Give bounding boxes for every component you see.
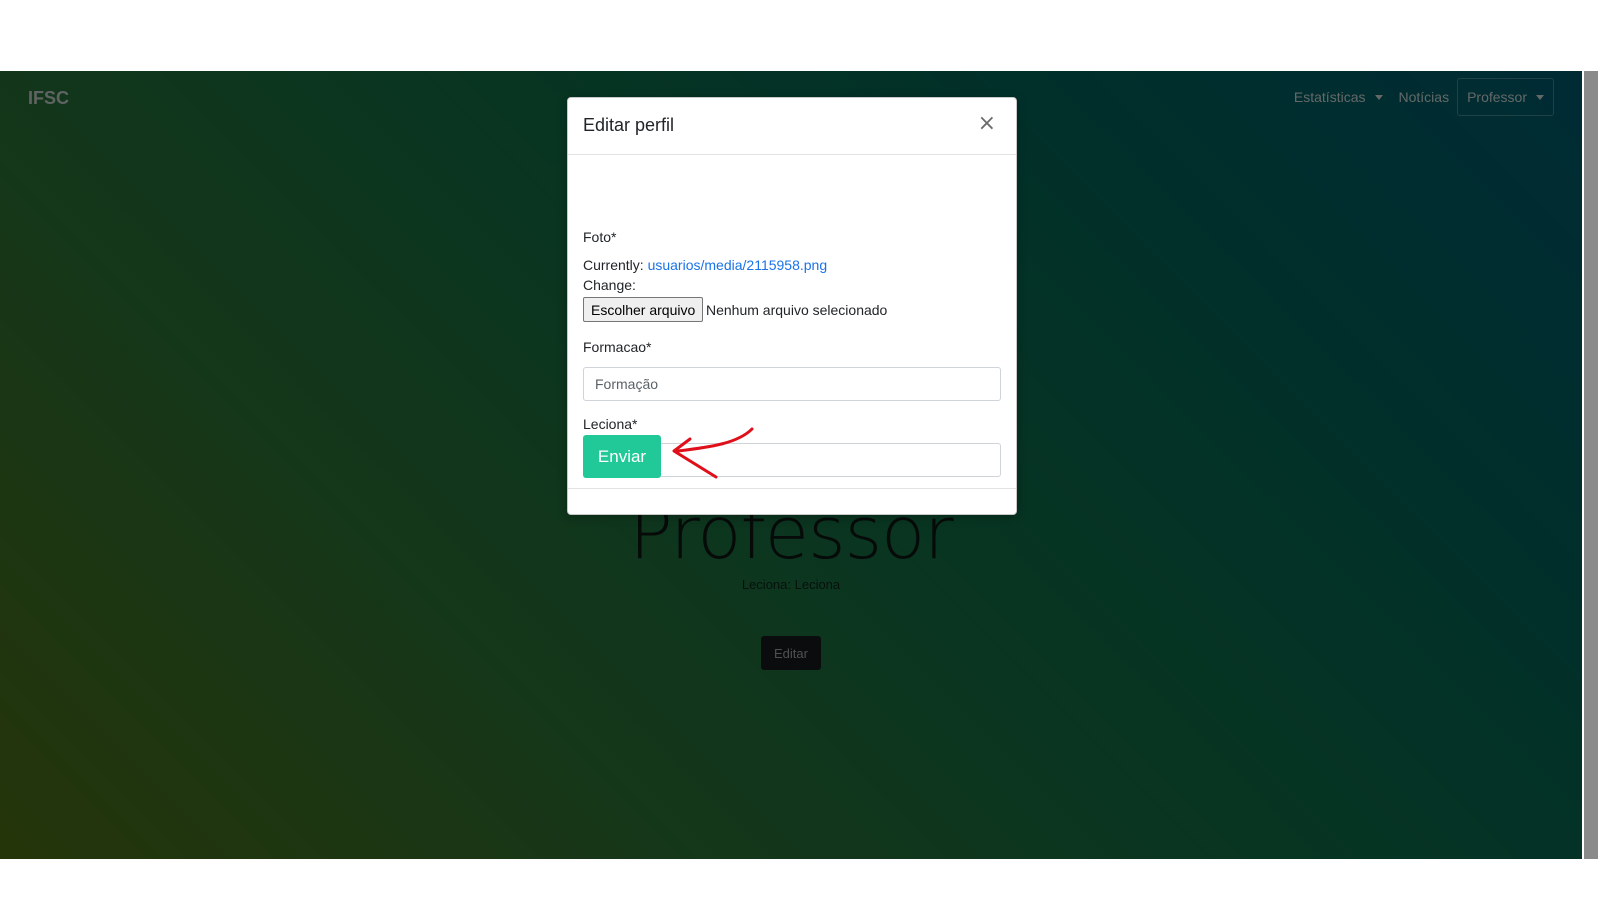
submit-button[interactable]: Enviar [583, 435, 661, 478]
foto-label: Foto* [583, 229, 617, 245]
modal-title: Editar perfil [583, 115, 675, 135]
scrollbar-thumb[interactable] [1584, 71, 1598, 859]
edit-profile-modal: Editar perfil × Foto* Currently: usuario… [567, 97, 1017, 515]
change-label: Change: [583, 277, 636, 293]
current-file-row: Currently: usuarios/media/2115958.png [583, 257, 827, 273]
currently-label: Currently: [583, 257, 644, 273]
choose-file-button[interactable]: Escolher arquivo [583, 297, 704, 322]
annotation-arrow-icon [672, 427, 754, 479]
modal-header: Editar perfil × [568, 98, 1016, 155]
file-status: Nenhum arquivo selecionado [706, 302, 888, 318]
leciona-label: Leciona* [583, 416, 638, 432]
formacao-label: Formacao* [583, 339, 652, 355]
formacao-input[interactable] [583, 367, 1001, 401]
modal-body: Foto* Currently: usuarios/media/2115958.… [568, 155, 1016, 489]
current-file-link[interactable]: usuarios/media/2115958.png [648, 257, 828, 273]
close-icon[interactable]: × [972, 112, 1002, 136]
